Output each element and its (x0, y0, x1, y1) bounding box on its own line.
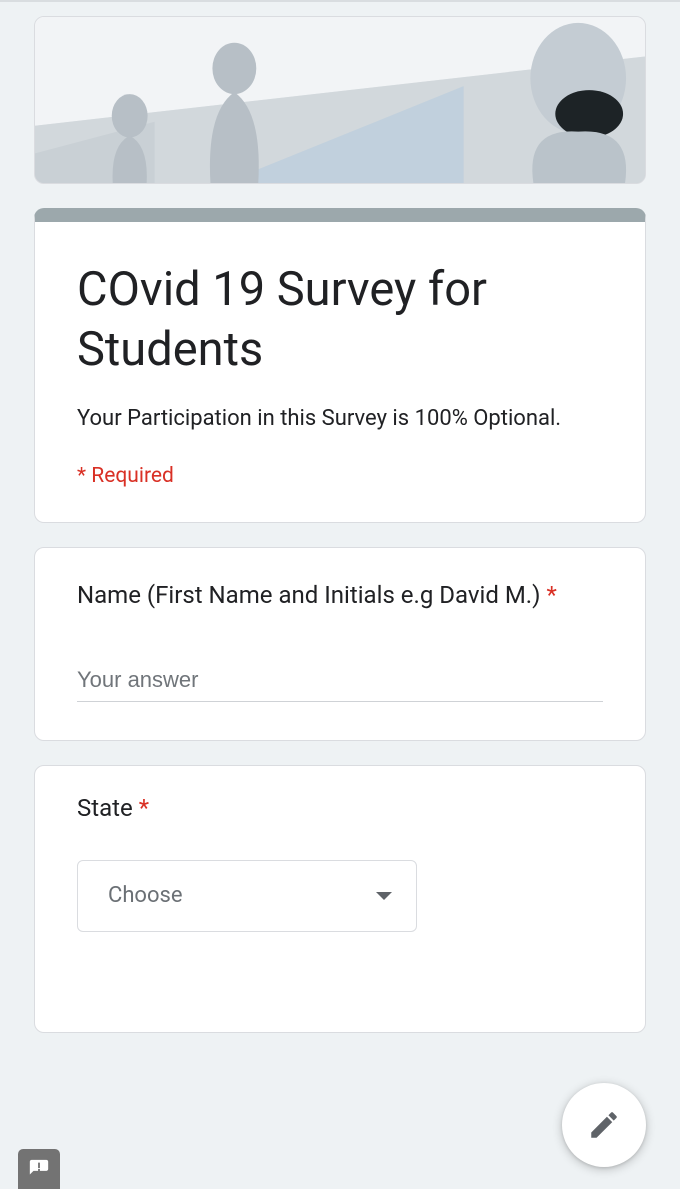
chevron-down-icon (376, 892, 392, 900)
edit-fab-button[interactable] (562, 1083, 646, 1167)
question-state-text: State (77, 794, 133, 822)
question-name-card: Name (First Name and Initials e.g David … (34, 547, 646, 740)
report-problem-button[interactable] (18, 1149, 60, 1189)
required-asterisk: * (139, 794, 149, 822)
feedback-icon (28, 1158, 50, 1180)
question-name-label: Name (First Name and Initials e.g David … (77, 576, 603, 614)
banner-image (34, 16, 646, 184)
header-card: COvid 19 Survey for Students Your Partic… (34, 208, 646, 523)
required-asterisk: * (546, 581, 556, 609)
question-name-text: Name (First Name and Initials e.g David … (77, 581, 540, 609)
name-input[interactable] (77, 663, 603, 702)
form-title: COvid 19 Survey for Students (77, 260, 603, 380)
state-dropdown[interactable]: Choose (77, 860, 417, 932)
form-container: COvid 19 Survey for Students Your Partic… (0, 2, 680, 1033)
required-legend: * Required (77, 464, 603, 488)
form-description: Your Participation in this Survey is 100… (77, 402, 603, 436)
question-state-label: State * (77, 794, 603, 822)
dropdown-selected: Choose (108, 883, 183, 908)
question-state-card: State * Choose (34, 765, 646, 1033)
pencil-icon (587, 1108, 621, 1142)
